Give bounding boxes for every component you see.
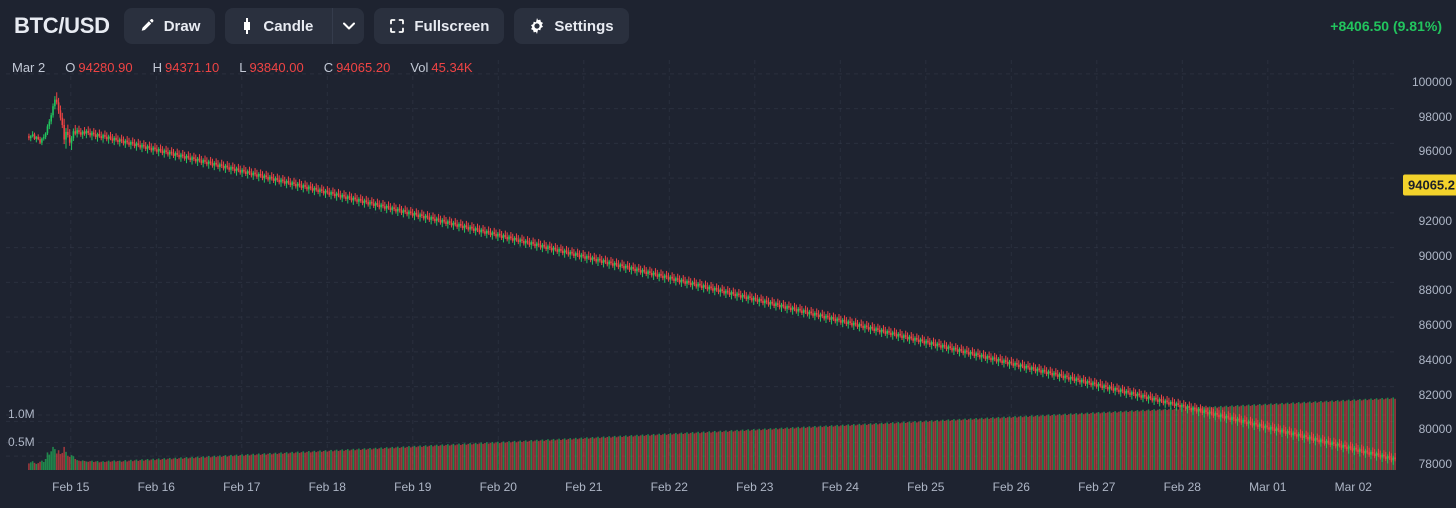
date-tick: Feb 25 [907,480,945,494]
fullscreen-button[interactable]: Fullscreen [374,8,505,44]
chart-toolbar: BTC/USD Draw Candle Fullscreen Settings … [0,0,1456,52]
candlestick-icon [240,17,254,35]
settings-label: Settings [554,17,614,35]
date-tick: Feb 15 [52,480,90,494]
legend-volume: Vol 45.34K [410,60,473,75]
pen-icon [139,18,155,34]
draw-button[interactable]: Draw [123,8,216,44]
date-tick: Mar 02 [1334,480,1372,494]
date-tick: Feb 23 [736,480,774,494]
settings-button[interactable]: Settings [514,8,629,44]
legend-date: Mar 2 [12,60,46,75]
legend-open: O 94280.90 [65,60,133,75]
candle-type-dropdown[interactable]: Candle [225,8,365,44]
draw-label: Draw [163,17,201,35]
fullscreen-label: Fullscreen [414,17,490,35]
date-tick: Mar 01 [1249,480,1287,494]
date-tick: Feb 16 [137,480,175,494]
gear-icon [529,18,545,34]
trading-chart-app: BTC/USD Draw Candle Fullscreen Settings … [0,0,1456,508]
date-axis[interactable]: Feb 15 Feb 16 Feb 17 Feb 18 Feb 19 Feb 20 Feb … [0,480,1456,500]
date-tick: Feb 22 [650,480,688,494]
candlestick-svg [6,60,1396,471]
date-tick: Feb 17 [223,480,261,494]
symbol-title: BTC/USD [14,13,110,38]
legend-close: C 94065.20 [323,60,391,75]
date-tick: Feb 27 [1078,480,1116,494]
date-tick: Feb 21 [565,480,603,494]
candle-type-label: Candle [263,17,314,35]
expand-icon [389,18,405,34]
legend-high: H 94371.10 [152,60,220,75]
ohlc-legend: Mar 2 O 94280.90 H 94371.10 L 93840.00 C 940… [12,60,473,75]
date-tick: Feb 28 [1163,480,1201,494]
chevron-down-icon[interactable] [332,8,364,44]
price-change-indicator: +8406.50 (9.81%) [1330,18,1442,34]
date-tick: Feb 18 [308,480,346,494]
date-tick: Feb 24 [821,480,859,494]
chart-plot-area[interactable] [0,52,1456,508]
legend-low: L 93840.00 [239,60,304,75]
date-tick: Feb 26 [992,480,1030,494]
candle-type-main[interactable]: Candle [225,8,323,44]
date-tick: Feb 19 [394,480,432,494]
date-tick: Feb 20 [479,480,517,494]
